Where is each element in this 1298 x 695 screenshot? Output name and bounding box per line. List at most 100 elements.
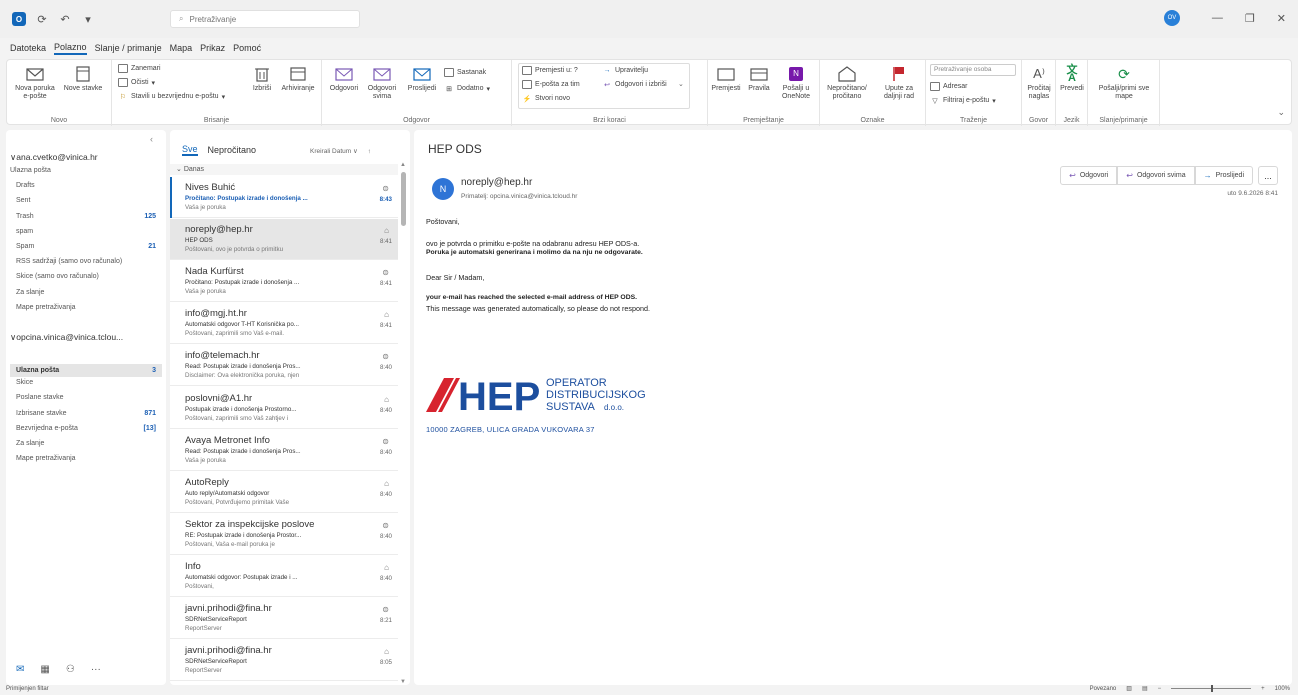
message-row[interactable]: poslovni@A1.hr Postupak izrade i donošenj…: [170, 388, 398, 429]
folder-item[interactable]: RSS sadržaji (samo ovo računalo): [16, 258, 156, 265]
zoom-level[interactable]: 100%: [1275, 686, 1290, 692]
folder-item[interactable]: Sent: [16, 197, 156, 204]
reply-button[interactable]: ↩ Odgovori: [1060, 166, 1118, 185]
message-row[interactable]: Avaya Metronet Info Read: Postupak izrade…: [170, 430, 398, 471]
onenote-button[interactable]: N Pošalji u OneNote: [776, 66, 816, 101]
zoom-in-icon[interactable]: +: [1261, 686, 1265, 692]
unread-read-button[interactable]: Nepročitano/ pročitano: [822, 66, 872, 101]
move-button[interactable]: Premjesti: [710, 66, 742, 93]
sender-address[interactable]: noreply@hep.hr: [461, 177, 532, 188]
message-row[interactable]: javni.prihodi@fina.hr SDRNetServiceReport…: [170, 640, 398, 682]
tab-unread[interactable]: Nepročitano: [208, 145, 257, 155]
zoom-slider[interactable]: [1171, 685, 1252, 692]
tab-file[interactable]: Datoteka: [10, 42, 46, 54]
folder-item[interactable]: Skice: [16, 379, 156, 386]
read-aloud-button[interactable]: A⁾ Pročitaj naglas: [1024, 66, 1054, 101]
rules-button[interactable]: Pravila: [744, 66, 774, 93]
people-search-input[interactable]: Pretraživanje osoba: [930, 64, 1016, 76]
folder-item[interactable]: Ulazna pošta: [10, 167, 150, 174]
archive-button[interactable]: Arhiviranje: [278, 66, 318, 93]
new-items-button[interactable]: Nove stavke: [61, 66, 105, 93]
more-actions-button[interactable]: ...: [1258, 166, 1278, 185]
quick-step-team[interactable]: E-pošta za tim: [522, 80, 580, 89]
sender-avatar[interactable]: N: [432, 178, 454, 200]
close-icon[interactable]: ✕: [1277, 12, 1286, 25]
ignore-button[interactable]: Zanemari: [118, 64, 161, 73]
tab-help[interactable]: Pomoć: [233, 42, 261, 54]
message-row[interactable]: info@mgj.ht.hr Automatski odgovor T-HT Ko…: [170, 303, 398, 345]
folder-item[interactable]: Izbrisane stavke 871: [16, 410, 156, 417]
address-book-button[interactable]: Adresar: [930, 82, 968, 91]
message-row[interactable]: Nada Kurfürst Pročitano: Postupak izrade …: [170, 261, 398, 303]
more-respond-button[interactable]: ⊞ Dodatno ▾: [444, 84, 490, 93]
search-box[interactable]: ⌕: [170, 10, 360, 28]
folder-item[interactable]: Ulazna pošta 3: [10, 364, 162, 377]
folder-item[interactable]: Mape pretraživanja: [16, 304, 156, 311]
block-button[interactable]: ⚐ Stavili u bezvrijednu e-poštu ▾: [118, 92, 225, 101]
reply-button[interactable]: Odgovori: [326, 66, 362, 93]
tab-view[interactable]: Prikaz: [200, 42, 225, 54]
list-scrollbar[interactable]: ▲ ▼: [399, 162, 408, 685]
tab-send-receive[interactable]: Slanje / primanje: [95, 42, 162, 54]
people-icon[interactable]: ⚇: [66, 664, 75, 675]
delete-button[interactable]: Izbriši: [248, 66, 276, 93]
message-row[interactable]: Nives Buhić Pročitano: Postupak izrade i …: [170, 177, 398, 218]
message-row[interactable]: AutoReply Auto reply/Automatski odgovor Po…: [170, 472, 398, 513]
new-mail-button[interactable]: Nova poruka e-pošte: [13, 66, 57, 101]
search-input[interactable]: [189, 14, 340, 24]
forward-button[interactable]: Proslijedi: [404, 66, 440, 93]
folder-item[interactable]: Za slanje: [16, 289, 156, 296]
sort-direction-icon[interactable]: ↑: [368, 148, 371, 155]
meeting-button[interactable]: Sastanak: [444, 68, 486, 77]
normal-view-icon[interactable]: ▥: [1126, 685, 1132, 692]
message-row[interactable]: javni.prihodi@fina.hr SDRNetServiceReport…: [170, 598, 398, 639]
folder-item[interactable]: Trash 125: [16, 213, 156, 220]
folder-item[interactable]: Bezvrijedna e-pošta [13]: [16, 425, 156, 432]
folder-item[interactable]: spam: [16, 228, 156, 235]
message-row[interactable]: Info Automatski odgovor: Postupak izrade …: [170, 556, 398, 597]
reply-all-button[interactable]: Odgovori svima: [362, 66, 402, 101]
quick-step-move[interactable]: Premjesti u: ?: [522, 66, 578, 75]
account-header[interactable]: ∨ana.cvetko@vinica.hr: [10, 152, 98, 163]
customize-dropdown-icon[interactable]: ▾: [81, 12, 95, 26]
scroll-thumb[interactable]: [401, 172, 406, 226]
folder-item[interactable]: Drafts: [16, 182, 156, 189]
tab-all[interactable]: Sve: [182, 144, 198, 156]
reading-view-icon[interactable]: ▤: [1142, 685, 1148, 692]
filter-email-button[interactable]: ▽ Filtriraj e-poštu ▾: [930, 96, 996, 105]
folder-item[interactable]: Poslane stavke: [16, 394, 156, 401]
follow-up-button[interactable]: Upute za daljnji rad: [876, 66, 922, 101]
folder-item[interactable]: Mape pretraživanja: [16, 455, 156, 462]
message-row[interactable]: Sektor za inspekcijske poslove RE: Postup…: [170, 514, 398, 555]
calendar-icon[interactable]: ▦: [40, 664, 49, 675]
reply-all-button[interactable]: ↩ Odgovori svima: [1117, 166, 1195, 185]
gallery-scroll-icon[interactable]: ⌄: [678, 80, 684, 88]
mail-icon[interactable]: ✉: [16, 664, 24, 675]
translate-button[interactable]: 文A Prevedi: [1057, 65, 1087, 93]
sort-control[interactable]: Kreirali Datum ∨ ↑: [310, 147, 371, 155]
minimize-icon[interactable]: —: [1212, 12, 1223, 24]
message-row[interactable]: info@telemach.hr Read: Postupak izrade i …: [170, 345, 398, 387]
clean-button[interactable]: Očisti ▾: [118, 78, 155, 87]
account-header[interactable]: ∨opcina.vinica@vinica.tclou...: [10, 332, 123, 343]
message-row[interactable]: noreply@hep.hr HEP ODS Poštovani, ovo je p…: [170, 219, 398, 261]
quick-step-create[interactable]: ⚡ Stvori novo: [522, 94, 570, 103]
scroll-up-icon[interactable]: ▲: [400, 162, 406, 168]
sync-icon[interactable]: ⟳: [35, 12, 49, 26]
tab-folder[interactable]: Mapa: [170, 42, 193, 54]
quick-step-reply-delete[interactable]: ↩ Odgovori i izbriši: [602, 80, 667, 89]
user-avatar[interactable]: OV: [1163, 10, 1180, 26]
tab-home[interactable]: Polazno: [54, 41, 87, 55]
quick-step-manager[interactable]: → Upravitelju: [602, 66, 649, 75]
forward-button[interactable]: → Proslijedi: [1194, 166, 1253, 185]
more-apps-icon[interactable]: ···: [91, 664, 101, 675]
zoom-slider-thumb[interactable]: [1211, 685, 1214, 692]
ribbon-collapse-icon[interactable]: ⌄: [1277, 107, 1285, 118]
send-receive-all-button[interactable]: ⟳ Pošalji/primi sve mape: [1092, 66, 1156, 101]
group-header[interactable]: ⌄ Danas: [170, 164, 398, 175]
restore-icon[interactable]: ❐: [1245, 12, 1255, 25]
folder-item[interactable]: Spam 21: [16, 243, 156, 250]
collapse-folder-pane-icon[interactable]: ‹: [150, 134, 153, 144]
folder-item[interactable]: Skice (samo ovo računalo): [16, 273, 156, 280]
zoom-out-icon[interactable]: −: [1158, 686, 1162, 692]
